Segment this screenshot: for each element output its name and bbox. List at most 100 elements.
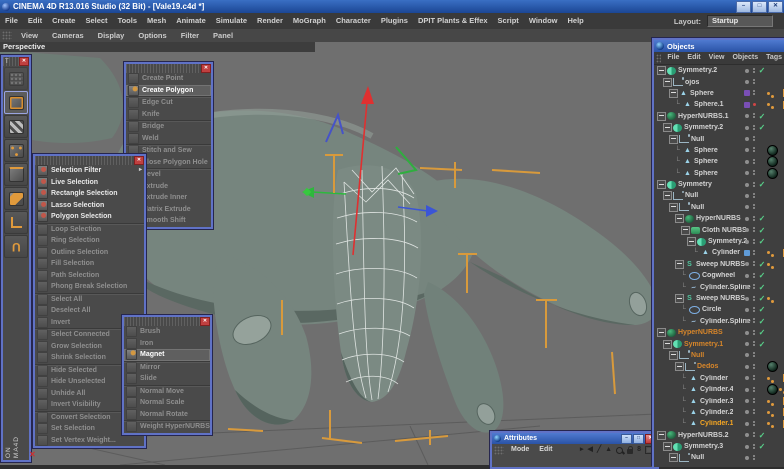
layer-dot-icon[interactable] (744, 193, 749, 198)
tree-row-hypernurbs[interactable]: HyperNURBS ✓ (654, 327, 784, 338)
menu-item-select-all[interactable]: Select All (35, 292, 144, 306)
menu-item-magnet[interactable]: Magnet (124, 349, 210, 361)
selection-tag-icon[interactable] (767, 410, 770, 414)
points-mode-button[interactable] (4, 139, 28, 162)
grip-icon[interactable] (494, 445, 504, 455)
texture-tag-icon[interactable] (767, 384, 778, 396)
enabled-check-icon[interactable]: ✓ (757, 431, 767, 440)
model-mode-button[interactable] (4, 91, 28, 114)
collapse-icon[interactable] (669, 350, 678, 360)
layer-dot-icon[interactable] (744, 410, 749, 415)
visibility-dots-icon[interactable] (753, 215, 755, 218)
viewport-camera-label[interactable]: Perspective (0, 42, 315, 52)
enabled-check-icon[interactable]: ✓ (757, 214, 767, 223)
close-button[interactable]: ✕ (768, 0, 783, 13)
collapse-icon[interactable] (657, 111, 666, 121)
texture-tag-icon[interactable] (767, 156, 778, 168)
layer-dot-icon[interactable] (744, 444, 749, 449)
menu-item-bridge[interactable]: Bridge (126, 120, 211, 133)
enabled-check-icon[interactable]: ✓ (757, 271, 767, 280)
magnifier-icon[interactable] (616, 446, 624, 454)
menu-item-edge-cut[interactable]: Edge Cut (126, 96, 211, 109)
layer-dot-icon[interactable] (744, 421, 749, 426)
menu-file[interactable]: File (0, 13, 23, 29)
purple-tag-icon[interactable] (743, 90, 750, 97)
enabled-check-icon[interactable]: ✓ (757, 260, 767, 269)
enabled-check-icon[interactable]: ✓ (757, 283, 767, 292)
collapse-icon[interactable] (669, 202, 678, 212)
tree-row-null[interactable]: Null (654, 202, 784, 213)
viewport-menu-panel[interactable]: Panel (206, 29, 240, 42)
object-name[interactable]: Sphere (694, 158, 718, 165)
object-name[interactable]: HyperNURBS.1 (678, 113, 729, 120)
tools-palette-titlebar[interactable]: T ✕ (3, 57, 29, 66)
menu-tools[interactable]: Tools (113, 13, 142, 29)
layer-dot-icon[interactable] (744, 364, 749, 369)
tree-row-symmetry-3[interactable]: Symmetry.3 ✓ (654, 441, 784, 452)
layer-dot-icon[interactable] (744, 319, 749, 324)
visibility-off-icon[interactable] (752, 103, 756, 107)
visibility-dots-icon[interactable] (753, 272, 755, 275)
viewport-menu-filter[interactable]: Filter (174, 29, 206, 42)
tree-row-cylinder-spline[interactable]: └ ~ Cylinder.Spline ✓ (654, 281, 784, 292)
submenu-arrow-icon[interactable]: ▸ (580, 446, 584, 454)
tree-row-cylinder-spline[interactable]: └ ~ Cylinder.Spline ✓ (654, 316, 784, 327)
layer-dot-icon[interactable] (744, 125, 749, 130)
attributes-titlebar[interactable]: Attributes – □ ✕ (492, 433, 657, 444)
object-name[interactable]: Null (685, 192, 698, 199)
collapse-icon[interactable] (663, 442, 672, 452)
layer-dot-icon[interactable] (744, 342, 749, 347)
selection-menu-titlebar[interactable]: ✕ (35, 156, 144, 165)
deform-menu-titlebar[interactable]: ✕ (124, 317, 210, 326)
tree-row-hypernurbs-2[interactable]: HyperNURBS.2 ✓ (654, 430, 784, 441)
object-name[interactable]: HyperNURBS (678, 329, 723, 336)
menu-item-weight-hypernurbs[interactable]: Weight HyperNURBS (124, 420, 210, 433)
tree-row-sphere[interactable]: └ ▲ Sphere (654, 167, 784, 179)
viewport-menu-cameras[interactable]: Cameras (45, 29, 91, 42)
tree-row-sphere[interactable]: ▲ Sphere (654, 88, 784, 99)
object-name[interactable]: Null (691, 454, 704, 461)
object-name[interactable]: Null (691, 352, 704, 359)
enabled-check-icon[interactable]: ✓ (757, 237, 767, 246)
tree-row-dedos[interactable]: Dedos (654, 361, 784, 373)
menu-item-normal-rotate[interactable]: Normal Rotate (124, 408, 210, 421)
enabled-check-icon[interactable]: ✓ (757, 442, 767, 451)
texture-tag-icon[interactable] (767, 144, 778, 156)
tree-row-symmetry-2[interactable]: Symmetry.2 ✓ (654, 122, 784, 133)
enabled-check-icon[interactable]: ✓ (757, 112, 767, 121)
menu-item-lasso-selection[interactable]: Lasso Selection (35, 199, 144, 212)
tree-row-ojos[interactable]: ojos (654, 76, 784, 87)
enabled-check-icon[interactable]: ✓ (757, 123, 767, 132)
visibility-dots-icon[interactable] (753, 158, 755, 161)
selection-tag-icon[interactable] (767, 422, 770, 426)
visibility-dots-icon[interactable] (753, 204, 755, 207)
object-name[interactable]: Symmetry.3 (684, 443, 723, 450)
objects-menu-view[interactable]: View (705, 52, 729, 64)
selection-tag-icon[interactable] (767, 297, 770, 300)
selection-tag-icon[interactable] (767, 251, 770, 255)
menu-item-weld[interactable]: Weld (126, 132, 211, 145)
selection-tag-icon[interactable] (767, 376, 770, 380)
collapse-icon[interactable] (687, 237, 696, 247)
menu-render[interactable]: Render (252, 13, 288, 29)
visibility-dots-icon[interactable] (753, 124, 755, 127)
visibility-dots-icon[interactable] (753, 295, 755, 298)
tree-row-cylinder-1[interactable]: └ ▲ Cylinder.1 (654, 418, 784, 429)
collapse-icon[interactable] (675, 294, 684, 303)
object-name[interactable]: Sweep NURBS (696, 295, 745, 302)
menu-item-fill-selection[interactable]: Fill Selection (35, 258, 144, 270)
deform-menu-close-icon[interactable]: ✕ (200, 317, 210, 326)
enabled-check-icon[interactable]: ✓ (757, 317, 767, 326)
menu-dpit-plants-effex[interactable]: DPIT Plants & Effex (413, 13, 493, 29)
selection-tag-icon[interactable] (767, 103, 770, 107)
objects-menu-edit[interactable]: Edit (683, 52, 704, 64)
texture-tag-icon[interactable] (767, 361, 778, 373)
selection-tag-icon[interactable] (779, 388, 782, 392)
layer-dot-icon[interactable] (744, 353, 749, 358)
hidden-palette-close-icon[interactable]: ✕ (29, 450, 36, 459)
objects-menu-objects[interactable]: Objects (728, 52, 762, 64)
tree-row-hypernurbs-1[interactable]: HyperNURBS.1 ✓ (654, 111, 784, 122)
object-name[interactable]: Sphere (694, 147, 718, 154)
item-count-icon[interactable]: 8 (637, 446, 641, 454)
layer-dot-icon[interactable] (744, 137, 749, 142)
